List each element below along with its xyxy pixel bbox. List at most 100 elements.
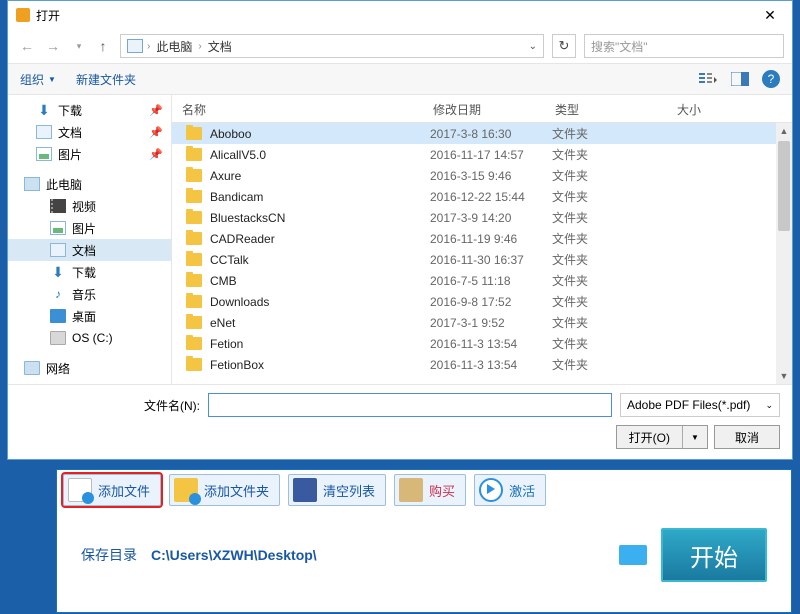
sidebar-item-downloads2[interactable]: ⬇下载 [8,261,171,283]
filetype-select[interactable]: Adobe PDF Files(*.pdf)⌄ [620,393,780,417]
file-type: 文件夹 [552,146,674,163]
folder-icon [186,295,202,308]
file-date: 2017-3-8 16:30 [430,127,552,141]
file-date: 2016-11-17 14:57 [430,148,552,162]
file-row[interactable]: CMB2016-7-5 11:18文件夹 [172,270,792,291]
col-name[interactable]: 名称 [172,95,423,122]
file-row[interactable]: CCTalk2016-11-30 16:37文件夹 [172,249,792,270]
close-button[interactable]: ✕ [750,2,790,28]
sidebar-item-pictures2[interactable]: 图片 [8,217,171,239]
col-size[interactable]: 大小 [667,95,792,122]
navigation-tree: ⬇下载📌 文档📌 图片📌 此电脑 视频 图片 文档 ⬇下载 ♪音乐 桌面 OS … [8,95,172,384]
address-dropdown[interactable]: ⌄ [525,41,541,52]
file-name: Fetion [210,337,430,351]
folder-plus-icon [174,478,198,502]
file-name: Downloads [210,295,430,309]
file-row[interactable]: Downloads2016-9-8 17:52文件夹 [172,291,792,312]
crumb-documents[interactable]: 文档 [202,38,238,55]
file-row[interactable]: AlicallV5.02016-11-17 14:57文件夹 [172,144,792,165]
cancel-button[interactable]: 取消 [714,425,780,449]
file-plus-icon [68,478,92,502]
forward-button[interactable]: → [42,35,64,57]
back-button[interactable]: ← [16,35,38,57]
file-row[interactable]: FetionBox2016-11-3 13:54文件夹 [172,354,792,375]
file-date: 2017-3-9 14:20 [430,211,552,225]
file-row[interactable]: eNet2017-3-1 9:52文件夹 [172,312,792,333]
file-date: 2016-9-8 17:52 [430,295,552,309]
scroll-up-icon[interactable]: ▲ [776,123,792,139]
crumb-thispc[interactable]: 此电脑 [150,38,198,55]
sidebar-item-video[interactable]: 视频 [8,195,171,217]
main-pane: ⬇下载📌 文档📌 图片📌 此电脑 视频 图片 文档 ⬇下载 ♪音乐 桌面 OS … [8,95,792,384]
nav-bar: ← → ▾ ↑ › 此电脑 › 文档 ⌄ ↻ 搜索"文档" [8,29,792,63]
filename-input[interactable] [208,393,612,417]
buy-button[interactable]: 购买 [394,474,466,506]
open-button[interactable]: 打开(O) ▼ [616,425,708,449]
file-type: 文件夹 [552,314,674,331]
play-icon [479,478,503,502]
save-dir-label: 保存目录 [81,545,137,565]
add-folder-button[interactable]: 添加文件夹 [169,474,280,506]
file-type: 文件夹 [552,251,674,268]
file-date: 2017-3-1 9:52 [430,316,552,330]
sidebar-item-pictures[interactable]: 图片📌 [8,143,171,165]
sidebar-item-desktop[interactable]: 桌面 [8,305,171,327]
app-icon [16,8,30,22]
file-type: 文件夹 [552,209,674,226]
col-type[interactable]: 类型 [545,95,667,122]
scroll-down-icon[interactable]: ▼ [776,368,792,384]
title-bar: 打开 ✕ [8,1,792,29]
file-row[interactable]: CADReader2016-11-19 9:46文件夹 [172,228,792,249]
help-icon[interactable]: ? [762,70,780,88]
file-date: 2016-7-5 11:18 [430,274,552,288]
file-name: eNet [210,316,430,330]
save-path-row: 保存目录 C:\Users\XZWH\Desktop\ 开始 [57,510,791,582]
sidebar-item-osc[interactable]: OS (C:) [8,327,171,349]
file-row[interactable]: Bandicam2016-12-22 15:44文件夹 [172,186,792,207]
sidebar-item-music[interactable]: ♪音乐 [8,283,171,305]
file-name: AlicallV5.0 [210,148,430,162]
file-type: 文件夹 [552,188,674,205]
sidebar-item-network[interactable]: 网络 [8,357,171,379]
file-name: Aboboo [210,127,430,141]
search-input[interactable]: 搜索"文档" [584,34,784,58]
save-dir-path[interactable]: C:\Users\XZWH\Desktop\ [151,547,605,563]
recent-dropdown[interactable]: ▾ [68,35,90,57]
address-bar[interactable]: › 此电脑 › 文档 ⌄ [120,34,544,58]
folder-icon [186,148,202,161]
file-row[interactable]: Fetion2016-11-3 13:54文件夹 [172,333,792,354]
file-date: 2016-11-30 16:37 [430,253,552,267]
window-title: 打开 [36,7,750,24]
scrollbar[interactable]: ▲ ▼ [776,123,792,384]
file-list: Aboboo2017-3-8 16:30文件夹AlicallV5.02016-1… [172,123,792,384]
sidebar-item-documents[interactable]: 文档📌 [8,121,171,143]
app-toolbar: 添加文件 添加文件夹 清空列表 购买 激活 [57,470,791,510]
sidebar-item-documents2[interactable]: 文档 [8,239,171,261]
activate-button[interactable]: 激活 [474,474,546,506]
organize-menu[interactable]: 组织 ▼ [20,71,56,88]
col-date[interactable]: 修改日期 [423,95,545,122]
browse-folder-icon[interactable] [619,545,647,565]
clear-list-button[interactable]: 清空列表 [288,474,386,506]
view-options-button[interactable] [694,68,722,90]
preview-pane-button[interactable] [726,68,754,90]
file-date: 2016-12-22 15:44 [430,190,552,204]
start-button[interactable]: 开始 [661,528,767,582]
refresh-button[interactable]: ↻ [552,34,576,58]
folder-icon [186,337,202,350]
sidebar-item-downloads[interactable]: ⬇下载📌 [8,99,171,121]
add-file-button[interactable]: 添加文件 [63,474,161,506]
file-row[interactable]: Axure2016-3-15 9:46文件夹 [172,165,792,186]
trash-icon [293,478,317,502]
file-row[interactable]: BluestacksCN2017-3-9 14:20文件夹 [172,207,792,228]
file-type: 文件夹 [552,125,674,142]
open-dropdown-icon[interactable]: ▼ [682,425,708,449]
file-row[interactable]: Aboboo2017-3-8 16:30文件夹 [172,123,792,144]
folder-icon [186,358,202,371]
new-folder-button[interactable]: 新建文件夹 [76,71,136,88]
scroll-thumb[interactable] [778,141,790,231]
filename-label: 文件名(N): [140,397,200,414]
sidebar-group-thispc[interactable]: 此电脑 [8,173,171,195]
up-button[interactable]: ↑ [94,38,112,54]
location-icon [127,39,143,53]
